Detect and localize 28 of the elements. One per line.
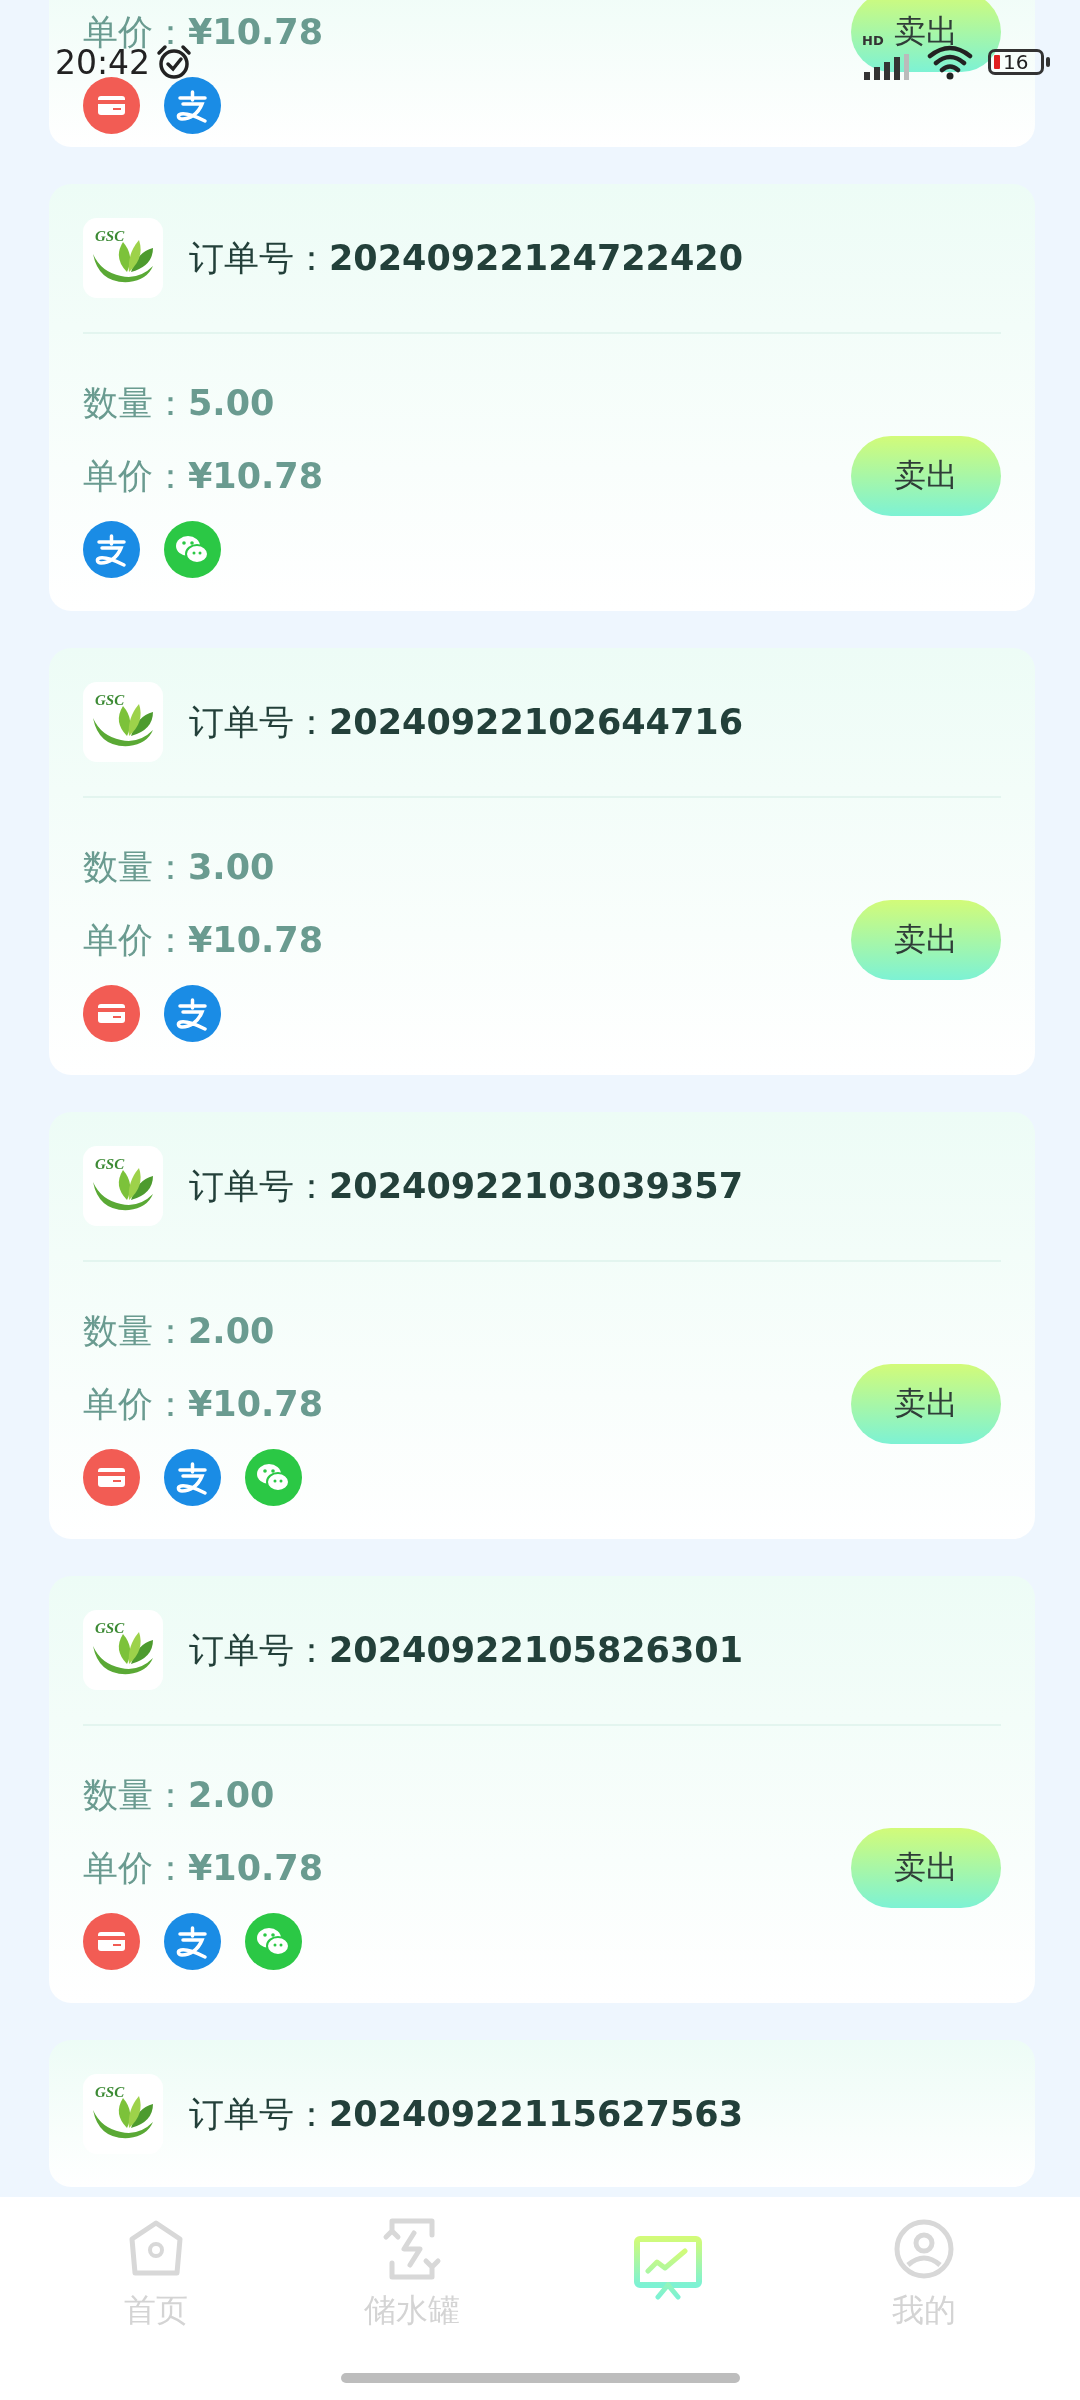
leaf-logo: GSC <box>83 682 163 762</box>
order-number: 订单号：20240922102644716 <box>189 700 743 744</box>
leaf-logo: GSC <box>83 1146 163 1226</box>
order-number: 订单号：20240922105826301 <box>189 1628 743 1672</box>
sell-button[interactable]: 卖出 <box>851 436 1001 516</box>
network-type-text: HD <box>862 34 884 47</box>
quantity-text: 数量：3.00 <box>83 846 275 889</box>
unit-price-text: 单价：¥10.78 <box>83 1383 324 1426</box>
wifi-icon <box>926 44 974 80</box>
signal-icon <box>862 54 912 80</box>
battery-icon: 16 <box>988 49 1044 75</box>
leaf-logo: GSC <box>83 218 163 298</box>
quantity-text: 数量：5.00 <box>83 382 275 425</box>
leaf-logo: GSC <box>83 2074 163 2154</box>
sell-button[interactable]: 卖出 <box>851 1364 1001 1444</box>
unit-price-text: 单价：¥10.78 <box>83 455 324 498</box>
unit-price-text: 单价：¥10.78 <box>83 1847 324 1890</box>
quantity-text: 数量：2.00 <box>83 1774 275 1817</box>
sell-button[interactable]: 卖出 <box>851 900 1001 980</box>
quantity-text: 数量：2.00 <box>83 1310 275 1353</box>
sell-button[interactable]: 卖出 <box>851 1828 1001 1908</box>
order-number: 订单号：20240922115627563 <box>189 2092 743 2136</box>
order-number: 订单号：20240922103039357 <box>189 1164 743 1208</box>
home-indicator[interactable] <box>341 2373 740 2383</box>
order-number: 订单号：20240922124722420 <box>189 236 743 280</box>
leaf-logo: GSC <box>83 1610 163 1690</box>
user-icon[interactable] <box>892 2217 956 2281</box>
unit-price-text: 单价：¥10.78 <box>83 919 324 962</box>
